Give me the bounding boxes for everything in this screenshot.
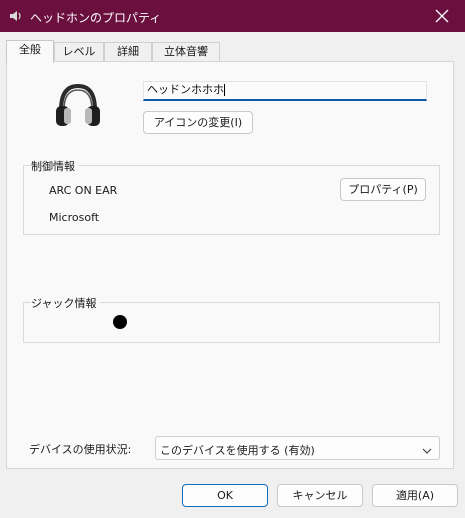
tab-advanced[interactable]: 詳細 xyxy=(104,42,152,62)
window-title: ヘッドホンのプロパティ xyxy=(30,11,162,25)
apply-button[interactable]: 適用(A) xyxy=(372,484,458,507)
device-usage-select[interactable]: このデバイスを使用する (有効) xyxy=(155,436,440,460)
close-icon xyxy=(435,9,449,23)
tab-general[interactable]: 全般 xyxy=(6,40,54,63)
properties-button[interactable]: プロパティ(P) xyxy=(340,178,426,201)
device-usage-label: デバイスの使用状況: xyxy=(29,443,132,456)
jack-group-label: ジャック情報 xyxy=(31,295,101,311)
cancel-button[interactable]: キャンセル xyxy=(277,484,363,507)
device-name-value: ヘッドンホホホ xyxy=(147,83,224,96)
ok-button[interactable]: OK xyxy=(182,484,268,507)
controller-group-label: 制御情報 xyxy=(31,158,79,174)
manufacturer-name: Microsoft xyxy=(49,211,100,224)
controller-name: ARC ON EAR xyxy=(49,184,118,197)
chevron-down-icon xyxy=(422,445,432,458)
change-icon-button[interactable]: アイコンの変更(I) xyxy=(143,111,253,134)
tab-levels[interactable]: レベル xyxy=(54,42,104,62)
tab-spatial-sound[interactable]: 立体音響 xyxy=(152,42,220,62)
text-caret xyxy=(224,84,225,96)
device-usage-value: このデバイスを使用する (有効) xyxy=(160,444,315,457)
device-name-input[interactable]: ヘッドンホホホ xyxy=(143,81,427,101)
jack-color-indicator xyxy=(113,315,127,329)
headphones-icon xyxy=(53,80,103,130)
speaker-icon xyxy=(8,8,24,24)
title-bar: ヘッドホンのプロパティ xyxy=(0,0,465,32)
close-button[interactable] xyxy=(419,0,465,32)
